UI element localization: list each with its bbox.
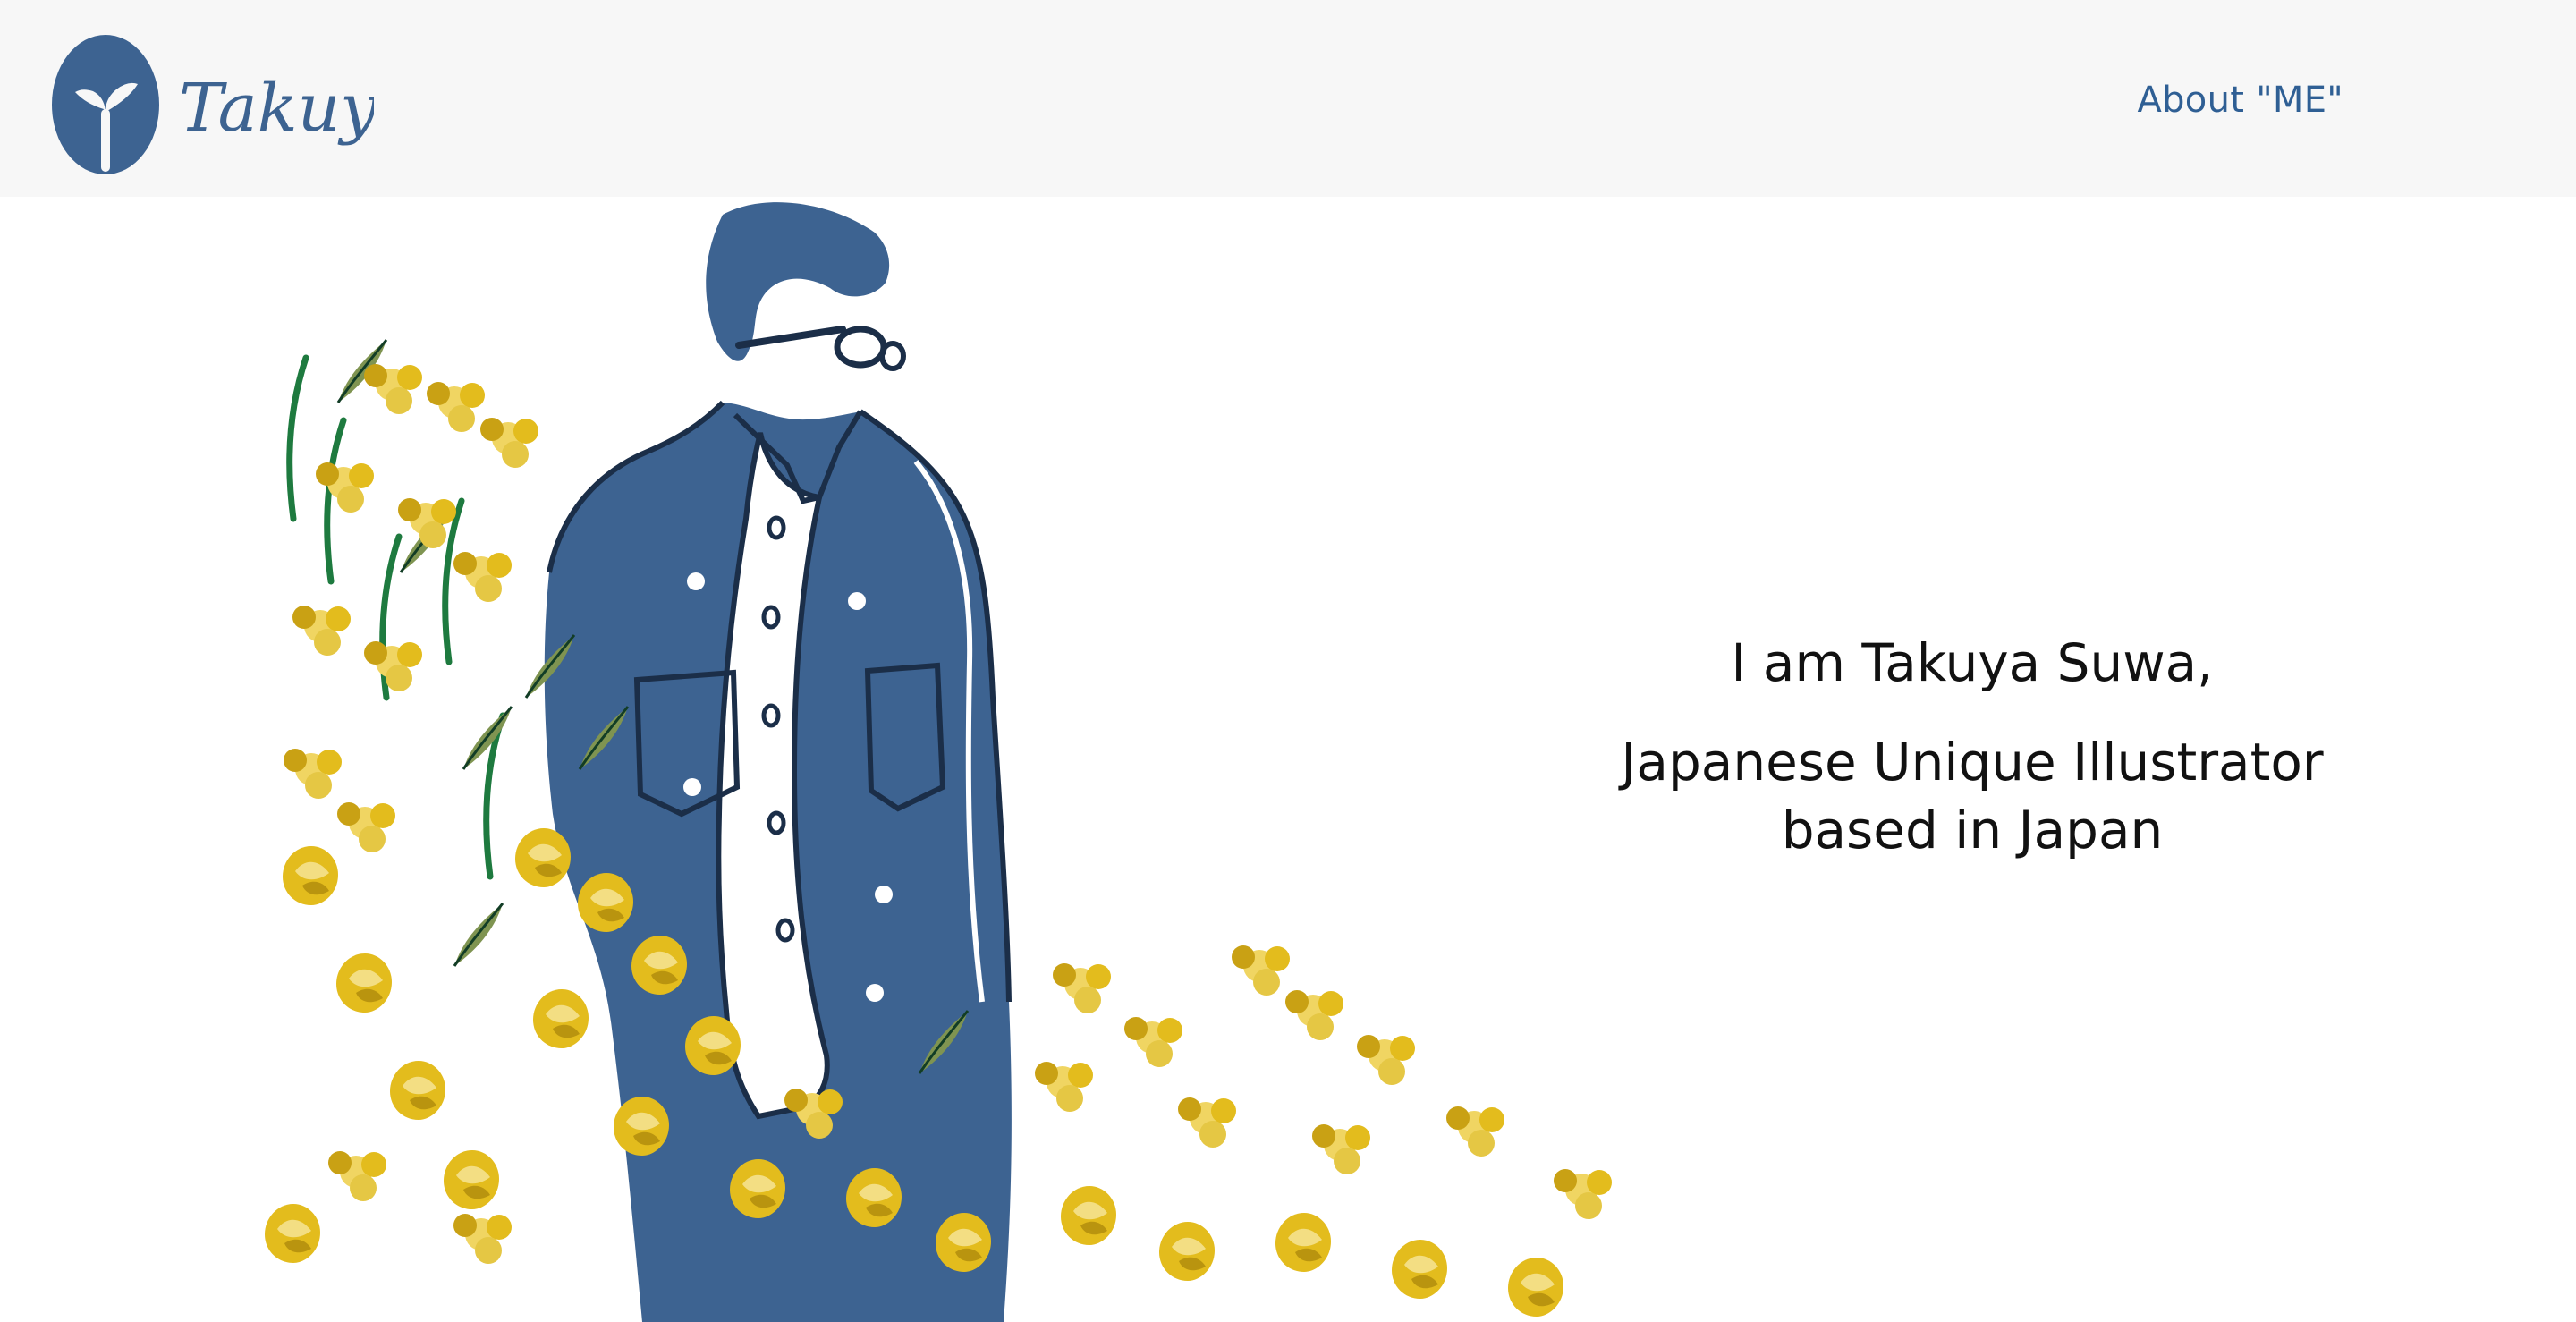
flower-cluster	[364, 364, 422, 414]
flower-cluster	[292, 606, 351, 656]
flower-cluster	[453, 1214, 512, 1264]
leaf	[462, 705, 513, 771]
site-logo[interactable]: Takuya	[52, 32, 374, 177]
sprout-icon	[52, 35, 159, 174]
intro-title-line2: based in Japan	[1781, 800, 2164, 860]
flower-cluster	[364, 641, 422, 691]
flower-stem	[290, 358, 306, 519]
logo-wordmark: Takuya	[179, 70, 374, 147]
flower-bloom	[1508, 1258, 1563, 1317]
leaf	[453, 902, 504, 968]
flower-cluster	[1554, 1169, 1612, 1219]
flower-cluster	[1357, 1035, 1415, 1085]
flower-bloom	[1275, 1213, 1331, 1272]
flower-cluster	[316, 462, 374, 513]
flower-bloom	[265, 1204, 320, 1263]
flower-cluster	[1285, 990, 1343, 1040]
flower-cluster	[1124, 1017, 1182, 1067]
flower-bloom	[390, 1061, 445, 1120]
intro-text: I am Takuya Suwa, Japanese Unique Illust…	[1574, 630, 2370, 864]
person-figure	[544, 202, 1012, 1322]
flower-cluster	[1312, 1124, 1370, 1174]
intro-greeting: I am Takuya Suwa,	[1731, 632, 2214, 693]
flower-cluster	[1053, 963, 1111, 1013]
flower-cluster	[398, 498, 456, 548]
illustrator-flower-field-illustration	[265, 202, 1612, 1322]
nav-about-me[interactable]: About "ME"	[2093, 75, 2343, 125]
flower-cluster	[1178, 1097, 1236, 1148]
flower-bloom	[1392, 1240, 1447, 1299]
flower-cluster	[284, 749, 342, 799]
flower-cluster	[1035, 1062, 1093, 1112]
flower-cluster	[1446, 1106, 1504, 1157]
glasses-icon	[735, 326, 906, 371]
flower-bloom	[533, 989, 589, 1048]
flower-bloom	[336, 953, 392, 1013]
flower-cluster	[453, 552, 512, 602]
intro-title: Japanese Unique Illustrator based in Jap…	[1574, 728, 2370, 864]
flower-bloom	[444, 1150, 499, 1209]
flower-cluster	[480, 418, 538, 468]
site-header: Takuya About "ME"	[0, 0, 2576, 197]
hero-section: I am Takuya Suwa, Japanese Unique Illust…	[0, 197, 2576, 1322]
flower-bloom	[283, 846, 338, 905]
flower-cluster	[328, 1151, 386, 1201]
flower-bloom	[1159, 1222, 1215, 1281]
intro-title-line1: Japanese Unique Illustrator	[1621, 732, 2324, 792]
flower-cluster	[427, 382, 485, 432]
flower-bloom	[1061, 1186, 1116, 1245]
flower-cluster	[1232, 945, 1290, 996]
flower-cluster	[337, 802, 395, 852]
flower-bloom	[515, 828, 571, 887]
flower-stem	[445, 501, 462, 662]
